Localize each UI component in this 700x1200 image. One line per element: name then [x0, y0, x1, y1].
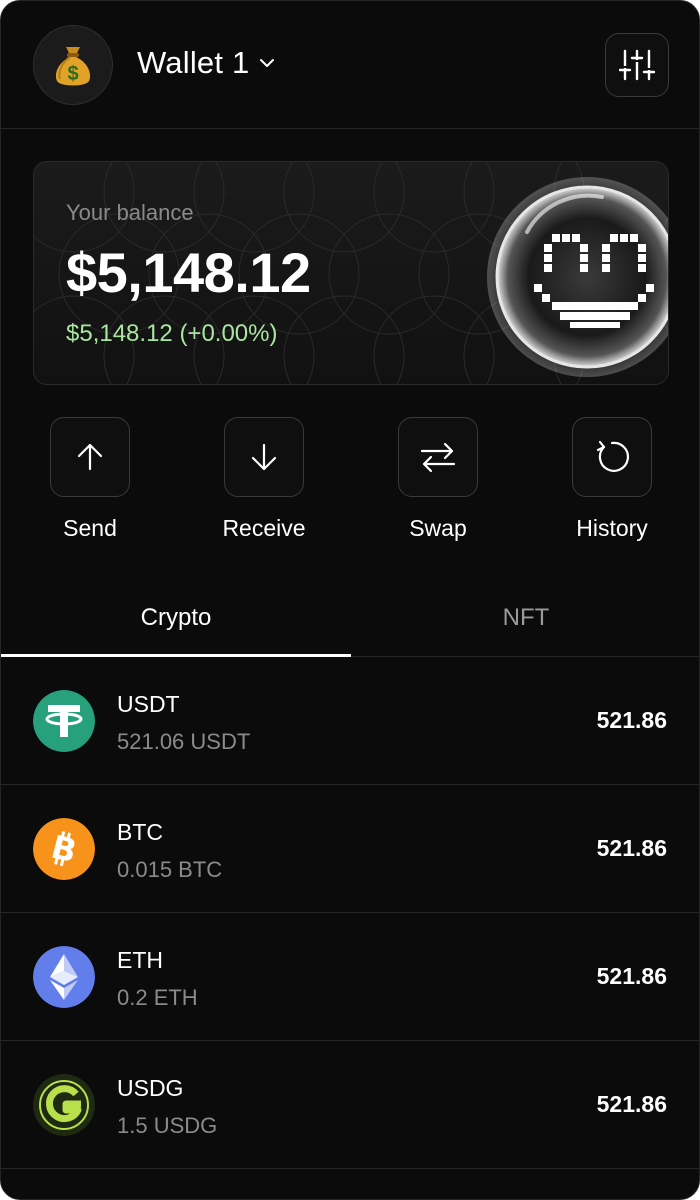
asset-value: 521.86 [596, 963, 667, 989]
asset-symbol: USDT [117, 691, 180, 717]
asset-symbol: USDG [117, 1075, 184, 1101]
swap-icon [420, 442, 456, 473]
header: $ Wallet 1 [1, 1, 699, 129]
balance-label: Your balance [66, 200, 194, 225]
asset-amount: 1.5 USDG [117, 1113, 218, 1138]
history-action[interactable]: History [542, 417, 682, 542]
send-button[interactable] [50, 417, 130, 497]
balance-change: $5,148.12 (+0.00%) [66, 320, 278, 347]
asset-symbol: ETH [117, 947, 163, 973]
asset-value: 521.86 [596, 707, 667, 733]
send-action[interactable]: Send [20, 417, 160, 542]
settings-button[interactable] [605, 33, 669, 97]
quick-actions: Send Receive Swap History [1, 417, 699, 547]
money-bag-icon: $ [55, 47, 91, 86]
send-label: Send [63, 515, 117, 541]
asset-row-usdt[interactable]: USDT 521.06 USDT 521.86 [1, 657, 699, 785]
asset-amount: 0.015 BTC [117, 857, 223, 882]
wallet-avatar[interactable]: $ [33, 25, 113, 105]
ethereum-icon [33, 946, 95, 1008]
history-icon [596, 440, 630, 472]
asset-row-usdg[interactable]: USDG 1.5 USDG 521.86 [1, 1041, 699, 1169]
balance-card: Your balance $5,148.12 $5,148.12 (+0.00%… [33, 161, 669, 385]
sliders-icon [619, 49, 655, 81]
asset-amount: 0.2 ETH [117, 985, 198, 1010]
wallet-name: Wallet 1 [137, 45, 250, 80]
history-button[interactable] [572, 417, 652, 497]
smiley-orb-icon [487, 177, 668, 377]
bitcoin-icon: B [33, 818, 95, 880]
asset-symbol: BTC [117, 819, 163, 845]
asset-amount: 521.06 USDT [117, 729, 251, 754]
receive-button[interactable] [224, 417, 304, 497]
tab-crypto[interactable]: Crypto [1, 581, 351, 657]
receive-label: Receive [222, 515, 306, 541]
chevron-down-icon [260, 59, 275, 67]
usdg-icon [33, 1074, 95, 1136]
tab-nft[interactable]: NFT [351, 581, 699, 657]
history-label: History [576, 515, 648, 541]
swap-action[interactable]: Swap [368, 417, 508, 542]
swap-label: Swap [409, 515, 467, 541]
asset-value: 521.86 [596, 835, 667, 861]
swap-button[interactable] [398, 417, 478, 497]
balance-amount: $5,148.12 [66, 241, 311, 304]
wallet-selector[interactable]: Wallet 1 [137, 45, 277, 81]
wallet-screen: $ Wallet 1 Your balance $5,148.12 $5,148… [0, 0, 700, 1200]
asset-list: USDT 521.06 USDT 521.86 B BTC 0.015 BTC … [1, 657, 699, 1169]
receive-action[interactable]: Receive [194, 417, 334, 542]
arrow-down-icon [251, 443, 277, 471]
asset-row-btc[interactable]: B BTC 0.015 BTC 521.86 [1, 785, 699, 913]
tether-icon [33, 690, 95, 752]
asset-value: 521.86 [596, 1091, 667, 1117]
arrow-up-icon [77, 443, 103, 471]
asset-row-eth[interactable]: ETH 0.2 ETH 521.86 [1, 913, 699, 1041]
asset-tabs: Crypto NFT [1, 581, 699, 657]
svg-text:$: $ [67, 63, 78, 85]
